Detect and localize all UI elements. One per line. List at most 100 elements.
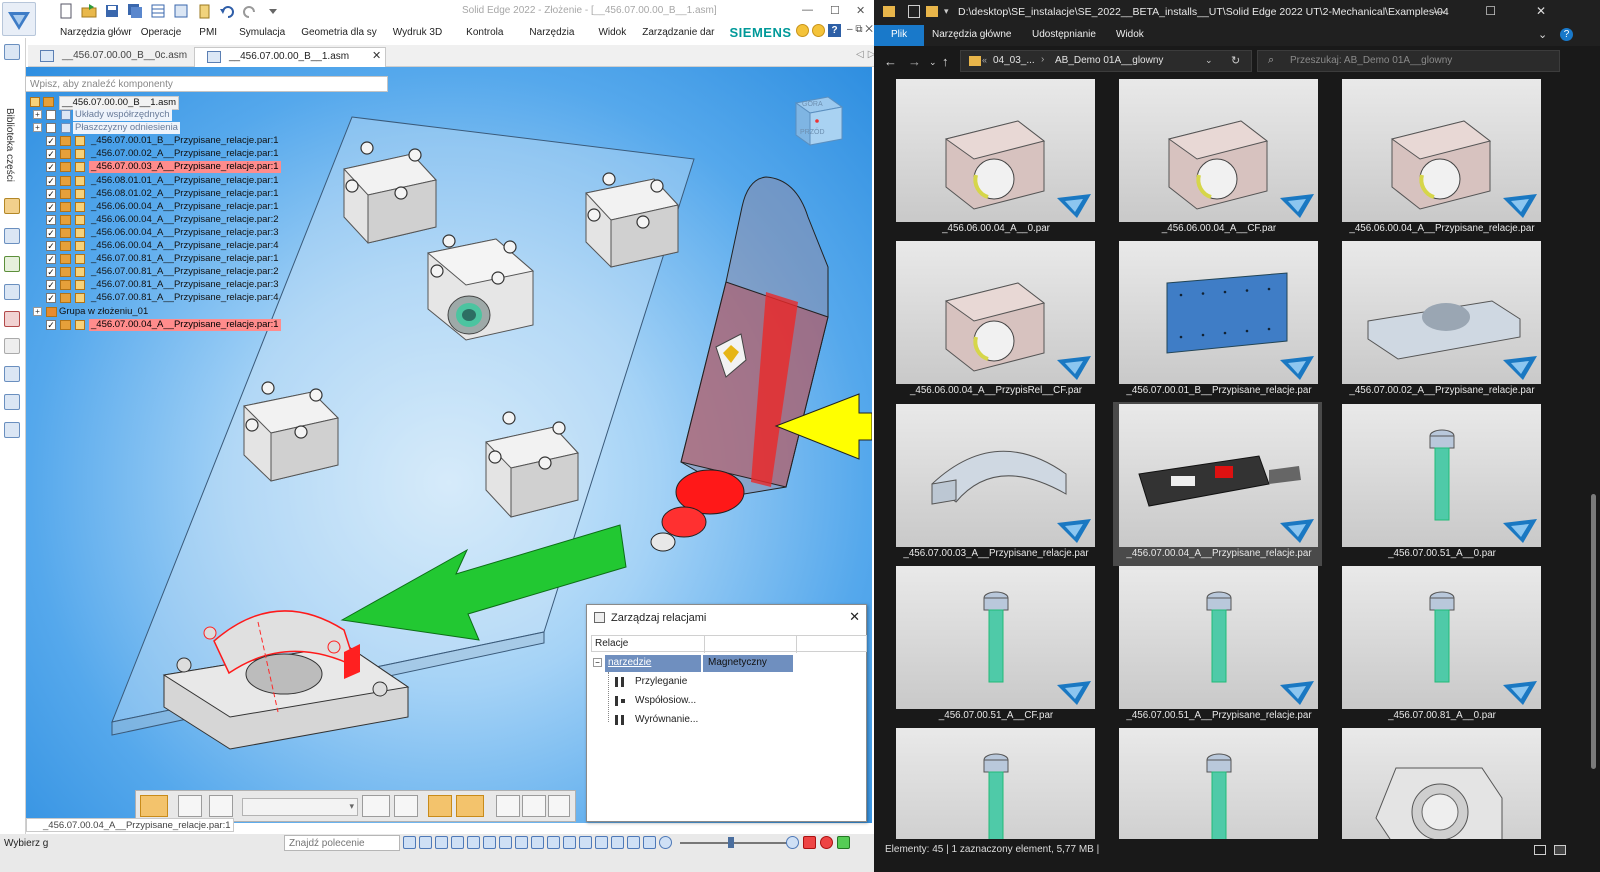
replace-part-icon[interactable] [209, 795, 233, 817]
details-view-icon[interactable] [1534, 845, 1546, 855]
checkbox[interactable] [46, 110, 56, 121]
tab-document-1[interactable]: __456.07.00.00_B__1.asm [194, 47, 386, 67]
file-item[interactable]: _456.07.00.51_A__CF.par [894, 566, 1096, 726]
section-icon[interactable] [531, 836, 544, 849]
customize-icon[interactable] [265, 3, 283, 19]
application-button[interactable] [2, 2, 36, 36]
refresh-icon[interactable]: ↻ [1231, 54, 1240, 67]
views-icon[interactable] [4, 366, 20, 382]
breadcrumb-item[interactable]: 04_03_... [993, 55, 1035, 66]
clipboard-icon[interactable] [196, 3, 214, 19]
zoom-in-icon[interactable] [786, 836, 799, 849]
tree-row-part[interactable]: ✓ _456.07.00.81_A__Przypisane_relacje.par… [29, 292, 279, 305]
render-icon[interactable] [4, 311, 20, 327]
tree-row-group[interactable]: + Grupa w złożeniu_01 [29, 306, 269, 319]
file-name[interactable]: _456.06.00.04_A__PrzypisRel__CF.par [894, 385, 1098, 396]
tab-view[interactable]: Widok [1116, 29, 1144, 40]
file-name[interactable]: _456.07.00.51_A__Przypisane_relacje.par [1117, 710, 1321, 721]
chevron-down-icon[interactable]: ⌄ [1205, 55, 1213, 66]
save-all-icon[interactable] [127, 3, 145, 19]
collapse-icon[interactable]: − [593, 658, 602, 667]
checkbox[interactable] [46, 123, 56, 134]
expand-icon[interactable]: + [33, 110, 42, 120]
file-thumbnail[interactable] [1119, 404, 1318, 547]
explode-icon[interactable] [4, 422, 20, 438]
tab-pmi[interactable]: PMI [199, 27, 239, 38]
help-icon[interactable]: ? [1560, 28, 1573, 41]
new-folder-icon[interactable] [926, 6, 938, 17]
offset-type-icon[interactable] [362, 795, 390, 817]
tree-row-part[interactable]: ✓ _456.08.01.02_A__Przypisane_relacje.par… [29, 188, 279, 201]
checkbox[interactable]: ✓ [46, 136, 56, 147]
relation-type-select[interactable]: ▾ [242, 798, 358, 816]
checkbox[interactable]: ✓ [46, 241, 56, 252]
tab-file[interactable]: Plik [874, 25, 924, 46]
checkbox[interactable]: ✓ [46, 293, 56, 304]
grid-icon[interactable] [522, 795, 546, 817]
file-thumbnail[interactable] [896, 241, 1095, 384]
large-icons-view-icon[interactable] [1554, 845, 1566, 855]
open-folder-icon[interactable] [81, 3, 99, 19]
file-thumbnail[interactable] [896, 404, 1095, 547]
file-thumbnail[interactable] [1342, 566, 1541, 709]
tab-home[interactable]: Narzędzia główne [932, 29, 1012, 40]
file-item[interactable]: _456.07.00.51_A__0.par [1340, 404, 1542, 564]
rotate-icon[interactable] [483, 836, 496, 849]
zoom-out-icon[interactable] [659, 836, 672, 849]
configurations-icon[interactable] [4, 284, 20, 300]
tab-3d-print[interactable]: Wydruk 3D [393, 27, 466, 38]
properties-icon[interactable] [173, 3, 191, 19]
tab-data-management[interactable]: Zarządzanie dar [642, 27, 723, 38]
redo-icon[interactable] [242, 3, 260, 19]
tab-features[interactable]: Operacje [141, 27, 200, 38]
assembly-tree-icon[interactable] [4, 198, 20, 214]
view-cube[interactable]: GÓRA PRZÓD [792, 93, 844, 147]
expand-icon[interactable]: + [33, 306, 42, 316]
place-part-icon[interactable] [178, 795, 202, 817]
file-item[interactable]: _456.06.00.04_A__CF.par [1117, 79, 1319, 239]
pan-icon[interactable] [467, 836, 480, 849]
breadcrumb-item-current[interactable]: AB_Demo 01A__glowny [1055, 55, 1163, 66]
component-search-input[interactable] [25, 76, 388, 92]
file-name[interactable]: _456.06.00.04_A__0.par [894, 223, 1098, 234]
tab-document-0c[interactable]: __456.07.00.00_B__0c.asm [28, 47, 191, 67]
properties-list-icon[interactable] [394, 795, 418, 817]
back-arrow-icon[interactable]: ← [884, 54, 897, 69]
checkbox[interactable]: ✓ [46, 175, 56, 186]
checkbox[interactable]: ✓ [46, 214, 56, 225]
bearing-block-1[interactable] [343, 153, 437, 244]
checkbox[interactable]: ✓ [46, 280, 56, 291]
close-icon[interactable]: ✕ [856, 4, 865, 17]
tab-share[interactable]: Udostępnianie [1032, 29, 1096, 40]
tab-inspect[interactable]: Kontrola [466, 27, 529, 38]
file-name[interactable]: _456.07.00.51_A__CF.par [894, 710, 1098, 721]
tree-row-part[interactable]: ✓ _456.06.00.04_A__Przypisane_relacje.par… [29, 201, 279, 214]
parts-library-label[interactable]: Biblioteka części [4, 108, 15, 182]
checkbox[interactable]: ✓ [46, 201, 56, 212]
tree-row-part[interactable]: ✓ _456.06.00.04_A__Przypisane_relacje.par… [29, 240, 279, 253]
minimize-icon[interactable]: — [802, 4, 813, 16]
frown-icon[interactable] [812, 24, 825, 37]
file-name[interactable]: _456.07.00.04_A__Przypisane_relacje.par [1117, 548, 1321, 559]
file-thumbnail[interactable] [1119, 79, 1318, 222]
tree-row-part[interactable]: ✓ _456.06.00.04_A__Przypisane_relacje.par… [29, 227, 279, 240]
relations-column-header[interactable]: Relacje [595, 638, 628, 649]
breadcrumb-overflow-icon[interactable]: « [982, 55, 987, 65]
flip-icon[interactable] [456, 795, 484, 817]
tree-row-part-highlighted[interactable]: ✓ _456.07.00.03_A__Przypisane_relacje.par… [29, 161, 281, 174]
checkbox[interactable]: ✓ [46, 227, 56, 238]
file-name[interactable]: _456.07.00.03_A__Przypisane_relacje.par [894, 548, 1098, 559]
parts-library-icon[interactable] [4, 44, 20, 60]
help-icon[interactable]: ? [828, 24, 841, 37]
options-icon[interactable] [496, 795, 520, 817]
camera-icon[interactable] [563, 836, 576, 849]
tree-structure-icon[interactable] [4, 394, 20, 410]
file-name[interactable]: _456.07.00.51_A__0.par [1340, 548, 1544, 559]
settings-icon[interactable] [548, 795, 570, 817]
expand-icon[interactable]: + [33, 123, 42, 133]
maximize-icon[interactable]: ☐ [830, 4, 840, 17]
zoom-area-icon[interactable] [419, 836, 432, 849]
file-name[interactable]: _456.07.00.81_A__0.par [1340, 710, 1544, 721]
style-icon[interactable] [595, 836, 608, 849]
zoom-slider-track[interactable] [680, 842, 790, 844]
